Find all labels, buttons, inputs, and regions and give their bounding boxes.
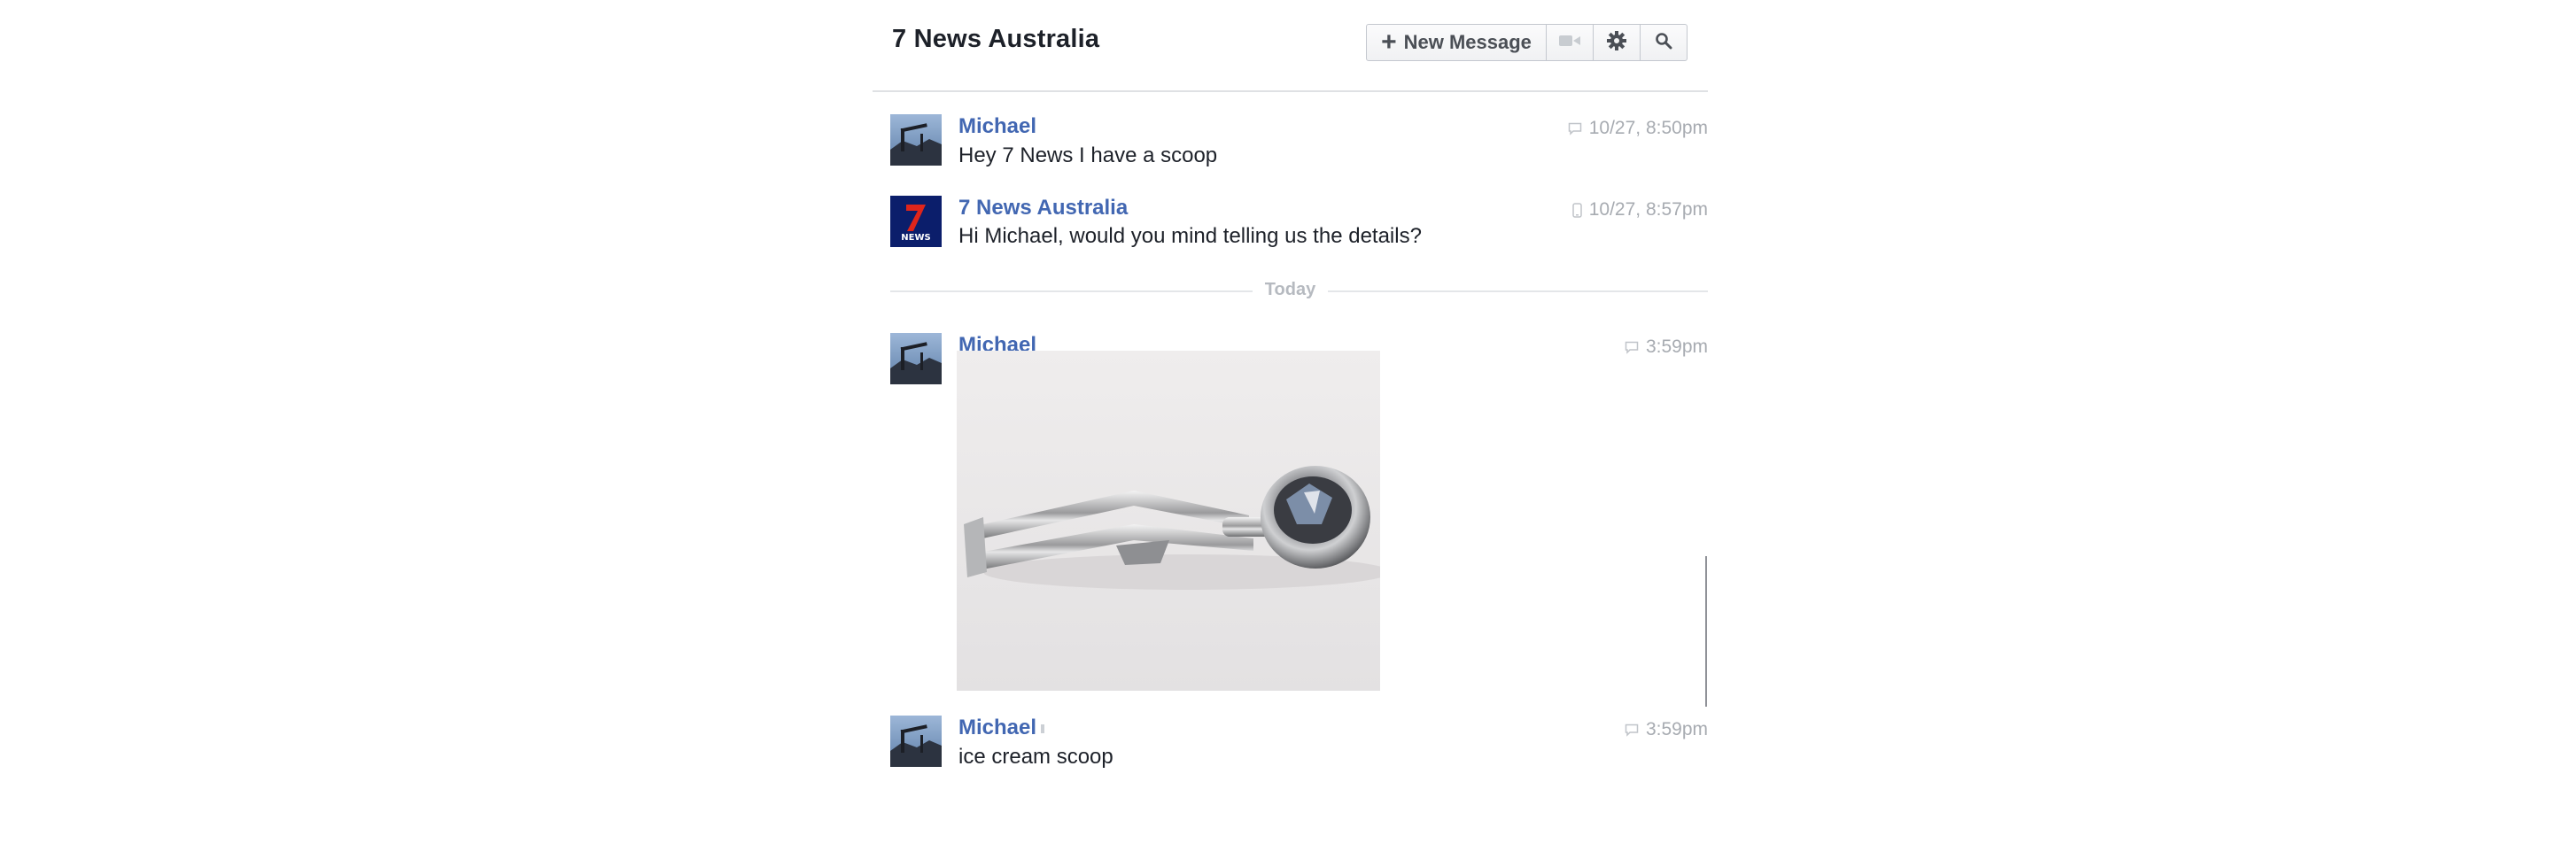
sender-name[interactable]: 7 News Australia <box>958 196 1128 221</box>
message-meta: 3:59pm <box>1625 337 1708 358</box>
message-text: Hi Michael, would you mind telling us th… <box>958 224 1422 248</box>
day-divider-label: Today <box>1252 280 1329 299</box>
message-meta: 10/27, 8:50pm <box>1568 118 1708 139</box>
video-call-button[interactable] <box>1547 24 1594 61</box>
chat-bubble-icon <box>1625 341 1639 354</box>
message-text: ice cream scoop <box>958 745 1113 769</box>
avatar[interactable]: NEWS <box>890 196 942 247</box>
message-item: Michael 3:59pm <box>890 333 1708 700</box>
avatar[interactable] <box>890 114 942 166</box>
chat-bubble-icon <box>1568 122 1582 135</box>
message-item: Michael Hey 7 News I have a scoop 10/27,… <box>890 114 1708 169</box>
sender-name-text: Michael <box>958 716 1037 739</box>
thread-toolbar: + New Message <box>1366 24 1688 61</box>
chat-bubble-icon <box>1625 724 1639 737</box>
message-timestamp: 3:59pm <box>1645 719 1708 739</box>
search-icon <box>1655 32 1672 54</box>
message-thread-panel: 7 News Australia + New Message Michael H… <box>873 0 1708 859</box>
message-text: Hey 7 News I have a scoop <box>958 143 1218 167</box>
message-timestamp: 10/27, 8:50pm <box>1588 118 1708 138</box>
message-meta: 10/27, 8:57pm <box>1571 199 1708 221</box>
mobile-phone-icon <box>1571 202 1582 218</box>
message-item: Michael ice cream scoop 3:59pm <box>890 716 1708 770</box>
video-camera-icon <box>1559 35 1580 51</box>
settings-button[interactable] <box>1594 24 1641 61</box>
avatar[interactable] <box>890 716 942 767</box>
sender-name[interactable]: Michael <box>958 716 1045 740</box>
message-timestamp: 3:59pm <box>1645 337 1708 357</box>
day-divider: Today <box>873 280 1708 300</box>
gear-icon <box>1607 30 1626 55</box>
message-item: NEWS 7 News Australia Hi Michael, would … <box>890 196 1708 251</box>
svg-text:NEWS: NEWS <box>901 233 930 243</box>
new-message-label: New Message <box>1403 31 1532 53</box>
message-timestamp: 10/27, 8:57pm <box>1588 199 1708 220</box>
new-message-button[interactable]: + New Message <box>1366 24 1547 61</box>
seen-marker <box>1041 724 1045 733</box>
message-meta: 3:59pm <box>1625 719 1708 740</box>
photo-attachment[interactable] <box>957 351 1391 691</box>
avatar[interactable] <box>890 333 942 384</box>
plus-icon: + <box>1381 27 1397 57</box>
search-button[interactable] <box>1641 24 1688 61</box>
thread-header: 7 News Australia + New Message <box>873 0 1708 92</box>
ice-cream-scoop-photo <box>957 351 1391 691</box>
sender-name[interactable]: Michael <box>958 114 1036 139</box>
scrollbar[interactable] <box>1705 556 1707 707</box>
conversation-title: 7 News Australia <box>892 25 1100 53</box>
